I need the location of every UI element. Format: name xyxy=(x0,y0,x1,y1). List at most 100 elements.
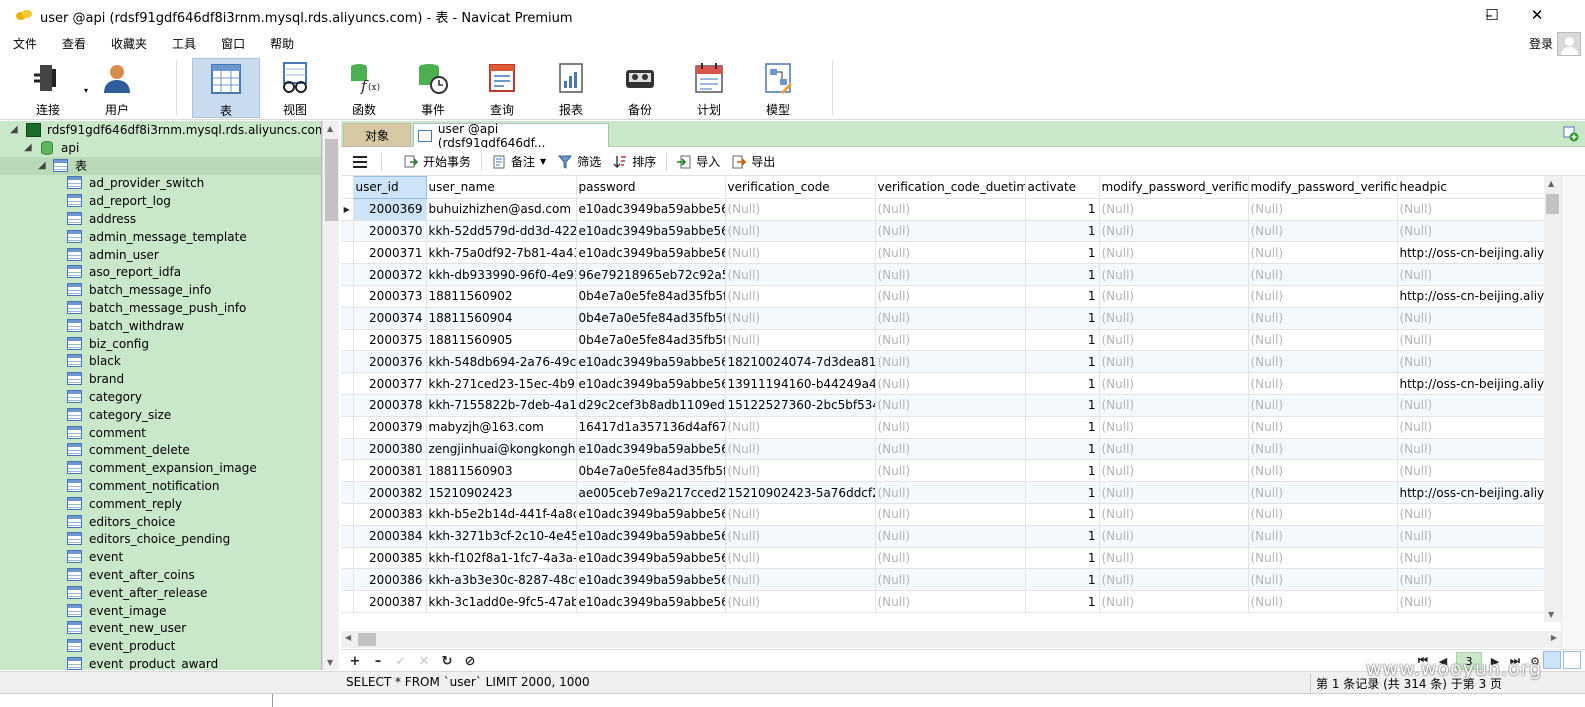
grid-cell[interactable]: 15122527360-2bc5bf5343 xyxy=(725,394,876,417)
column-header[interactable]: user_id xyxy=(352,176,427,199)
current-row-arrow-icon[interactable]: ▶ xyxy=(341,198,354,221)
grid-cell[interactable]: e10adc3949ba59abbe56e xyxy=(576,350,726,374)
grid-cell[interactable]: 1 xyxy=(1025,220,1100,243)
table-row[interactable]: 2000385 kkh-f102f8a1-1fc7-4a3a-9 e10adc394… xyxy=(341,547,1544,570)
grid-cell[interactable]: 2000377 xyxy=(353,372,427,395)
menu-hamburger-icon[interactable] xyxy=(341,150,377,174)
grid-cell[interactable]: (Null) xyxy=(1397,307,1544,330)
grid-cell[interactable]: http://oss-cn-beijing.aliyu xyxy=(1397,481,1544,504)
row-indicator[interactable] xyxy=(341,525,354,548)
grid-cell[interactable]: e10adc3949ba59abbe56e xyxy=(576,568,726,592)
grid-cell[interactable]: (Null) xyxy=(725,590,876,613)
grid-cell[interactable]: (Null) xyxy=(1099,198,1249,221)
grid-cell[interactable]: (Null) xyxy=(1248,568,1398,592)
grid-cell[interactable]: 1 xyxy=(1025,416,1100,439)
grid-cell[interactable]: http://oss-cn-beijing.aliyu xyxy=(1397,285,1544,308)
column-header[interactable]: password xyxy=(576,176,726,199)
collapse-arrow-icon[interactable]: ◢ xyxy=(10,121,18,139)
grid-cell[interactable]: (Null) xyxy=(875,547,1026,570)
grid-cell[interactable]: (Null) xyxy=(875,350,1026,374)
table-row[interactable]: 2000376 kkh-548db694-2a76-49c7 e10adc3949b… xyxy=(341,350,1544,374)
scroll-down-icon[interactable]: ▼ xyxy=(327,658,333,667)
grid-cell[interactable]: 1 xyxy=(1025,329,1100,352)
sort-button[interactable]: 排序 xyxy=(607,150,662,174)
grid-cell[interactable]: buhuizhizhen@asd.com xyxy=(426,198,577,221)
grid-cell[interactable]: (Null) xyxy=(875,241,1026,265)
grid-cell[interactable]: 1 xyxy=(1025,525,1100,548)
grid-cell[interactable]: 2000378 xyxy=(353,394,427,417)
grid-cell[interactable]: 2000385 xyxy=(353,547,427,570)
maximize-icon[interactable]: ☐ xyxy=(1469,0,1515,30)
grid-cell[interactable]: (Null) xyxy=(1397,590,1544,613)
grid-cell[interactable]: 2000382 xyxy=(353,481,427,504)
begin-transaction-button[interactable]: 开始事务 xyxy=(386,150,477,174)
row-indicator[interactable] xyxy=(341,263,354,286)
grid-cell[interactable]: (Null) xyxy=(1397,220,1544,243)
dropdown-arrow-icon[interactable]: ▼ xyxy=(540,157,546,166)
grid-cell[interactable]: (Null) xyxy=(1397,198,1544,221)
grid-cell[interactable]: kkh-52dd579d-dd3d-422 xyxy=(426,220,577,243)
grid-cell[interactable]: (Null) xyxy=(1397,329,1544,352)
add-record-icon[interactable]: + xyxy=(346,652,364,670)
table-row[interactable]: ▶ 2000369 buhuizhizhen@asd.com e10adc3949ba… xyxy=(341,198,1544,221)
grid-cell[interactable]: (Null) xyxy=(1248,220,1398,243)
grid-cell[interactable]: 0b4e7a0e5fe84ad35fb5f9 xyxy=(576,459,726,483)
new-tab-icon[interactable] xyxy=(1563,126,1579,142)
grid-cell[interactable]: (Null) xyxy=(1397,547,1544,570)
grid-cell[interactable]: (Null) xyxy=(1248,263,1398,286)
grid-cell[interactable]: 1 xyxy=(1025,285,1100,308)
grid-cell[interactable]: kkh-75a0df92-7b81-4a43 xyxy=(426,241,577,265)
tab-objects[interactable]: 对象 xyxy=(343,123,411,147)
grid-cell[interactable]: http://oss-cn-beijing.aliyu xyxy=(1397,372,1544,395)
grid-cell[interactable]: (Null) xyxy=(1099,285,1249,308)
scroll-down-icon[interactable]: ▼ xyxy=(1548,610,1554,619)
filter-button[interactable]: 筛选 xyxy=(552,150,607,174)
tab-user-table[interactable]: user @api (rdsf91gdf646df... xyxy=(413,122,609,150)
tree-item-tables-group[interactable]: ◢ 表 xyxy=(0,156,321,175)
grid-cell[interactable]: kkh-7155822b-7deb-4a1f xyxy=(426,394,577,417)
row-indicator[interactable] xyxy=(341,503,354,526)
scroll-thumb[interactable] xyxy=(358,633,376,646)
grid-cell[interactable]: 18811560903 xyxy=(426,459,577,483)
grid-cell[interactable]: (Null) xyxy=(1099,416,1249,439)
menu-item[interactable]: 文件 xyxy=(0,35,49,52)
toolbar-schedule-button[interactable]: 计划 xyxy=(675,58,743,118)
grid-cell[interactable]: (Null) xyxy=(1248,438,1398,461)
grid-cell[interactable]: (Null) xyxy=(875,503,1026,526)
grid-horizontal-scrollbar[interactable]: ◀ ▶ xyxy=(341,631,1561,648)
row-indicator[interactable] xyxy=(341,285,354,308)
grid-cell[interactable]: kkh-db933990-96f0-4e91 xyxy=(426,263,577,286)
grid-cell[interactable]: (Null) xyxy=(1397,394,1544,417)
grid-cell[interactable]: (Null) xyxy=(1099,350,1249,374)
grid-cell[interactable]: 1 xyxy=(1025,263,1100,286)
scroll-thumb[interactable] xyxy=(325,139,338,221)
toolbar-view-glasses-button[interactable]: 视图 xyxy=(261,58,329,118)
toolbar-query-button[interactable]: 查询 xyxy=(468,58,536,118)
account-avatar-icon[interactable] xyxy=(1557,32,1581,56)
row-indicator[interactable] xyxy=(341,459,354,483)
table-row[interactable]: 2000386 kkh-a3b3e30c-8287-48cf-e10adc3949… xyxy=(341,568,1544,592)
scroll-thumb[interactable] xyxy=(1546,194,1559,214)
grid-cell[interactable]: 2000376 xyxy=(353,350,427,374)
import-button[interactable]: 导入 xyxy=(671,150,726,174)
row-indicator[interactable] xyxy=(341,394,354,417)
grid-cell[interactable]: 1 xyxy=(1025,394,1100,417)
grid-cell[interactable]: (Null) xyxy=(875,263,1026,286)
grid-cell[interactable]: (Null) xyxy=(875,438,1026,461)
discard-changes-icon[interactable]: ✕ xyxy=(415,652,433,670)
row-indicator[interactable] xyxy=(341,568,354,592)
grid-cell[interactable]: 13911194160-b44249a4b xyxy=(725,372,876,395)
grid-cell[interactable]: 1 xyxy=(1025,481,1100,504)
toolbar-plug-button[interactable]: 连接 ▾ xyxy=(14,58,88,118)
row-indicator[interactable] xyxy=(341,307,354,330)
grid-cell[interactable]: mabyzjh@163.com xyxy=(426,416,577,439)
grid-cell[interactable]: (Null) xyxy=(1099,568,1249,592)
grid-cell[interactable]: (Null) xyxy=(1248,416,1398,439)
grid-cell[interactable]: (Null) xyxy=(725,459,876,483)
grid-cell[interactable]: (Null) xyxy=(725,263,876,286)
grid-cell[interactable]: ae005ceb7e9a217cced2f8 xyxy=(576,481,726,504)
row-indicator[interactable] xyxy=(341,438,354,461)
toolbar-event-clock-button[interactable]: 事件 xyxy=(399,58,467,118)
sidebar-scrollbar[interactable]: ▲ ▼ xyxy=(322,121,339,670)
delete-record-icon[interactable]: – xyxy=(369,652,387,670)
